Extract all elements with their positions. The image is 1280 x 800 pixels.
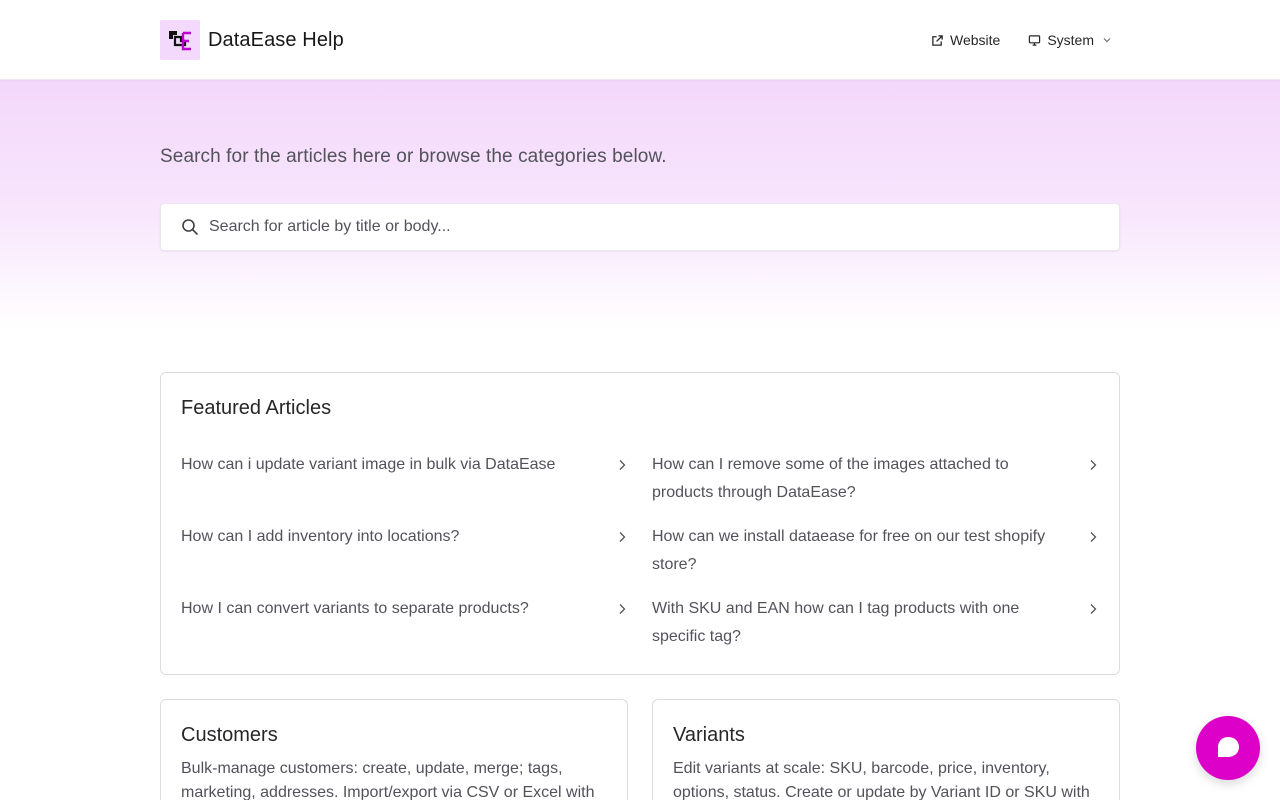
chevron-right-icon bbox=[1090, 460, 1097, 470]
hero-section: Search for the articles here or browse t… bbox=[0, 80, 1280, 330]
chat-launcher-button[interactable] bbox=[1196, 716, 1260, 780]
featured-article-link[interactable]: How can we install dataease for free on … bbox=[652, 523, 1100, 579]
featured-article-link[interactable]: How can I remove some of the images atta… bbox=[652, 451, 1100, 507]
category-card-customers[interactable]: Customers Bulk-manage customers: create,… bbox=[160, 699, 628, 800]
external-link-icon bbox=[932, 34, 943, 46]
category-card-variants[interactable]: Variants Edit variants at scale: SKU, ba… bbox=[652, 699, 1120, 800]
chat-bubble-icon bbox=[1218, 737, 1239, 757]
dataease-logo-icon bbox=[160, 20, 200, 60]
featured-article-link[interactable]: How I can convert variants to separate p… bbox=[181, 595, 629, 623]
featured-articles-panel: Featured Articles How can i update varia… bbox=[160, 372, 1120, 675]
chevron-right-icon bbox=[619, 532, 626, 542]
article-title: How can we install dataease for free on … bbox=[652, 528, 1046, 573]
brand-name: DataEase Help bbox=[208, 28, 344, 51]
article-title: How I can convert variants to separate p… bbox=[181, 600, 529, 617]
hero-text: Search for the articles here or browse t… bbox=[160, 146, 667, 167]
article-title: How can i update variant image in bulk v… bbox=[181, 456, 556, 473]
header-nav: Website System bbox=[923, 26, 1120, 54]
article-title: How can I remove some of the images atta… bbox=[652, 456, 1009, 501]
website-link-label: Website bbox=[949, 32, 1001, 48]
chevron-right-icon bbox=[1090, 604, 1097, 614]
featured-article-link[interactable]: How can i update variant image in bulk v… bbox=[181, 451, 629, 479]
monitor-icon bbox=[1029, 34, 1041, 46]
category-description: Edit variants at scale: SKU, barcode, pr… bbox=[673, 760, 1090, 800]
article-title: How can I add inventory into locations? bbox=[181, 528, 460, 545]
chevron-right-icon bbox=[619, 460, 626, 470]
featured-articles-title: Featured Articles bbox=[181, 397, 332, 419]
theme-system-dropdown[interactable]: System bbox=[1020, 28, 1120, 52]
brand[interactable]: DataEase Help bbox=[160, 20, 344, 60]
article-title: With SKU and EAN how can I tag products … bbox=[652, 600, 1020, 645]
theme-system-label: System bbox=[1047, 32, 1094, 48]
top-header: DataEase Help Website System bbox=[0, 0, 1280, 80]
search-icon bbox=[182, 219, 198, 235]
search-bar[interactable] bbox=[160, 203, 1120, 251]
category-title: Customers bbox=[181, 724, 278, 746]
featured-article-link[interactable]: How can I add inventory into locations? bbox=[181, 523, 629, 551]
search-input[interactable] bbox=[209, 218, 1089, 236]
category-description: Bulk-manage customers: create, update, m… bbox=[181, 760, 595, 800]
website-link[interactable]: Website bbox=[923, 28, 1008, 52]
chevron-down-icon bbox=[1103, 38, 1111, 43]
featured-article-link[interactable]: With SKU and EAN how can I tag products … bbox=[652, 595, 1100, 651]
category-title: Variants bbox=[673, 724, 745, 746]
chevron-right-icon bbox=[619, 604, 626, 614]
chevron-right-icon bbox=[1090, 532, 1097, 542]
